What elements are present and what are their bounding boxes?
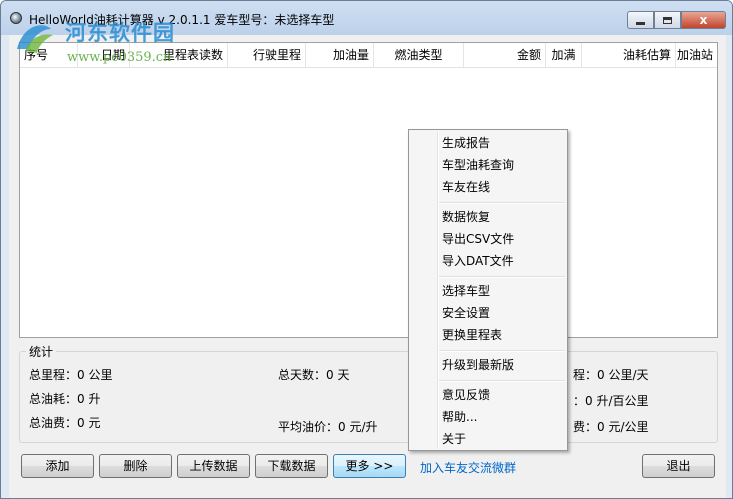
column-header-station[interactable]: 加油站: [676, 43, 718, 67]
table-header: 序号 日期 里程表读数 行驶里程 加油量 燃油类型 金额 加满 油耗估算 加油站: [20, 43, 717, 68]
average-fuel-price: 平均油价：0 元/升: [278, 420, 378, 434]
window-title: HelloWorld油耗计算器 v 2.0.1.1 爱车型号：未选择车型: [29, 13, 335, 27]
menu-separator: [439, 380, 565, 382]
column-header-fuel-estimate[interactable]: 油耗估算: [582, 43, 676, 67]
minimize-icon: [636, 21, 645, 25]
column-header-distance[interactable]: 行驶里程: [228, 43, 306, 67]
menu-separator: [439, 350, 565, 352]
total-days: 总天数：0 天: [278, 368, 350, 382]
app-icon: [10, 12, 22, 24]
app-window: HelloWorld油耗计算器 v 2.0.1.1 爱车型号：未选择车型 x 序…: [0, 0, 733, 499]
column-header-amount[interactable]: 金额: [464, 43, 546, 67]
column-header-fuel-type[interactable]: 燃油类型: [374, 43, 464, 67]
menu-item-friends-online[interactable]: 车友在线: [442, 177, 490, 197]
menu-item-feedback[interactable]: 意见反馈: [442, 385, 490, 405]
total-fuel: 总油耗：0 升: [29, 392, 101, 406]
menu-item-data-restore[interactable]: 数据恢复: [442, 207, 490, 227]
menu-separator: [439, 202, 565, 204]
menu-item-help[interactable]: 帮助...: [442, 407, 477, 427]
close-button[interactable]: x: [681, 11, 726, 29]
minimize-button[interactable]: [627, 11, 654, 29]
fuel-per-100km: ：0 升/百公里: [573, 394, 649, 408]
column-header-date[interactable]: 日期: [78, 43, 130, 67]
more-button[interactable]: 更多 >>: [333, 454, 406, 478]
title-bar[interactable]: HelloWorld油耗计算器 v 2.0.1.1 爱车型号：未选择车型 x: [1, 1, 732, 35]
menu-item-import-dat[interactable]: 导入DAT文件: [442, 251, 514, 271]
menu-item-about[interactable]: 关于: [442, 429, 466, 449]
menu-item-upgrade[interactable]: 升级到最新版: [442, 355, 514, 375]
menu-item-select-model[interactable]: 选择车型: [442, 281, 490, 301]
exit-button[interactable]: 退出: [642, 454, 715, 478]
add-button[interactable]: 添加: [21, 454, 94, 478]
total-cost: 总油费：0 元: [29, 416, 101, 430]
total-mileage: 总里程：0 公里: [29, 368, 113, 382]
statistics-group: 统计 总里程：0 公里 总油耗：0 升 总油费：0 元 总天数：0 天 平均油价…: [19, 343, 718, 443]
main-panel: 序号 日期 里程表读数 行驶里程 加油量 燃油类型 金额 加满 油耗估算 加油站…: [9, 35, 726, 498]
records-table[interactable]: 序号 日期 里程表读数 行驶里程 加油量 燃油类型 金额 加满 油耗估算 加油站: [19, 42, 718, 338]
cost-per-km: 费：0 元/公里: [573, 420, 649, 434]
column-header-index[interactable]: 序号: [20, 43, 78, 67]
maximize-icon: [663, 16, 672, 24]
maximize-button[interactable]: [654, 11, 681, 29]
menu-item-change-odometer[interactable]: 更换里程表: [442, 325, 502, 345]
menu-item-model-fuel-query[interactable]: 车型油耗查询: [442, 155, 514, 175]
menu-item-generate-report[interactable]: 生成报告: [442, 133, 490, 153]
download-data-button[interactable]: 下载数据: [255, 454, 328, 478]
statistics-legend: 统计: [26, 343, 57, 360]
column-header-odometer[interactable]: 里程表读数: [130, 43, 228, 67]
menu-item-security-settings[interactable]: 安全设置: [442, 303, 490, 323]
more-context-menu: 生成报告 车型油耗查询 车友在线 数据恢复 导出CSV文件 导入DAT文件 选择…: [408, 129, 568, 451]
daily-mileage: 程：0 公里/天: [573, 368, 649, 382]
join-group-link[interactable]: 加入车友交流微群: [420, 459, 516, 476]
close-icon: x: [699, 13, 708, 27]
column-header-fuel-amount[interactable]: 加油量: [306, 43, 374, 67]
delete-button[interactable]: 删除: [99, 454, 172, 478]
window-controls: x: [627, 11, 726, 30]
column-header-full-tank[interactable]: 加满: [546, 43, 582, 67]
menu-item-export-csv[interactable]: 导出CSV文件: [442, 229, 514, 249]
menu-gutter: [437, 132, 439, 448]
menu-separator: [439, 276, 565, 278]
upload-data-button[interactable]: 上传数据: [177, 454, 250, 478]
